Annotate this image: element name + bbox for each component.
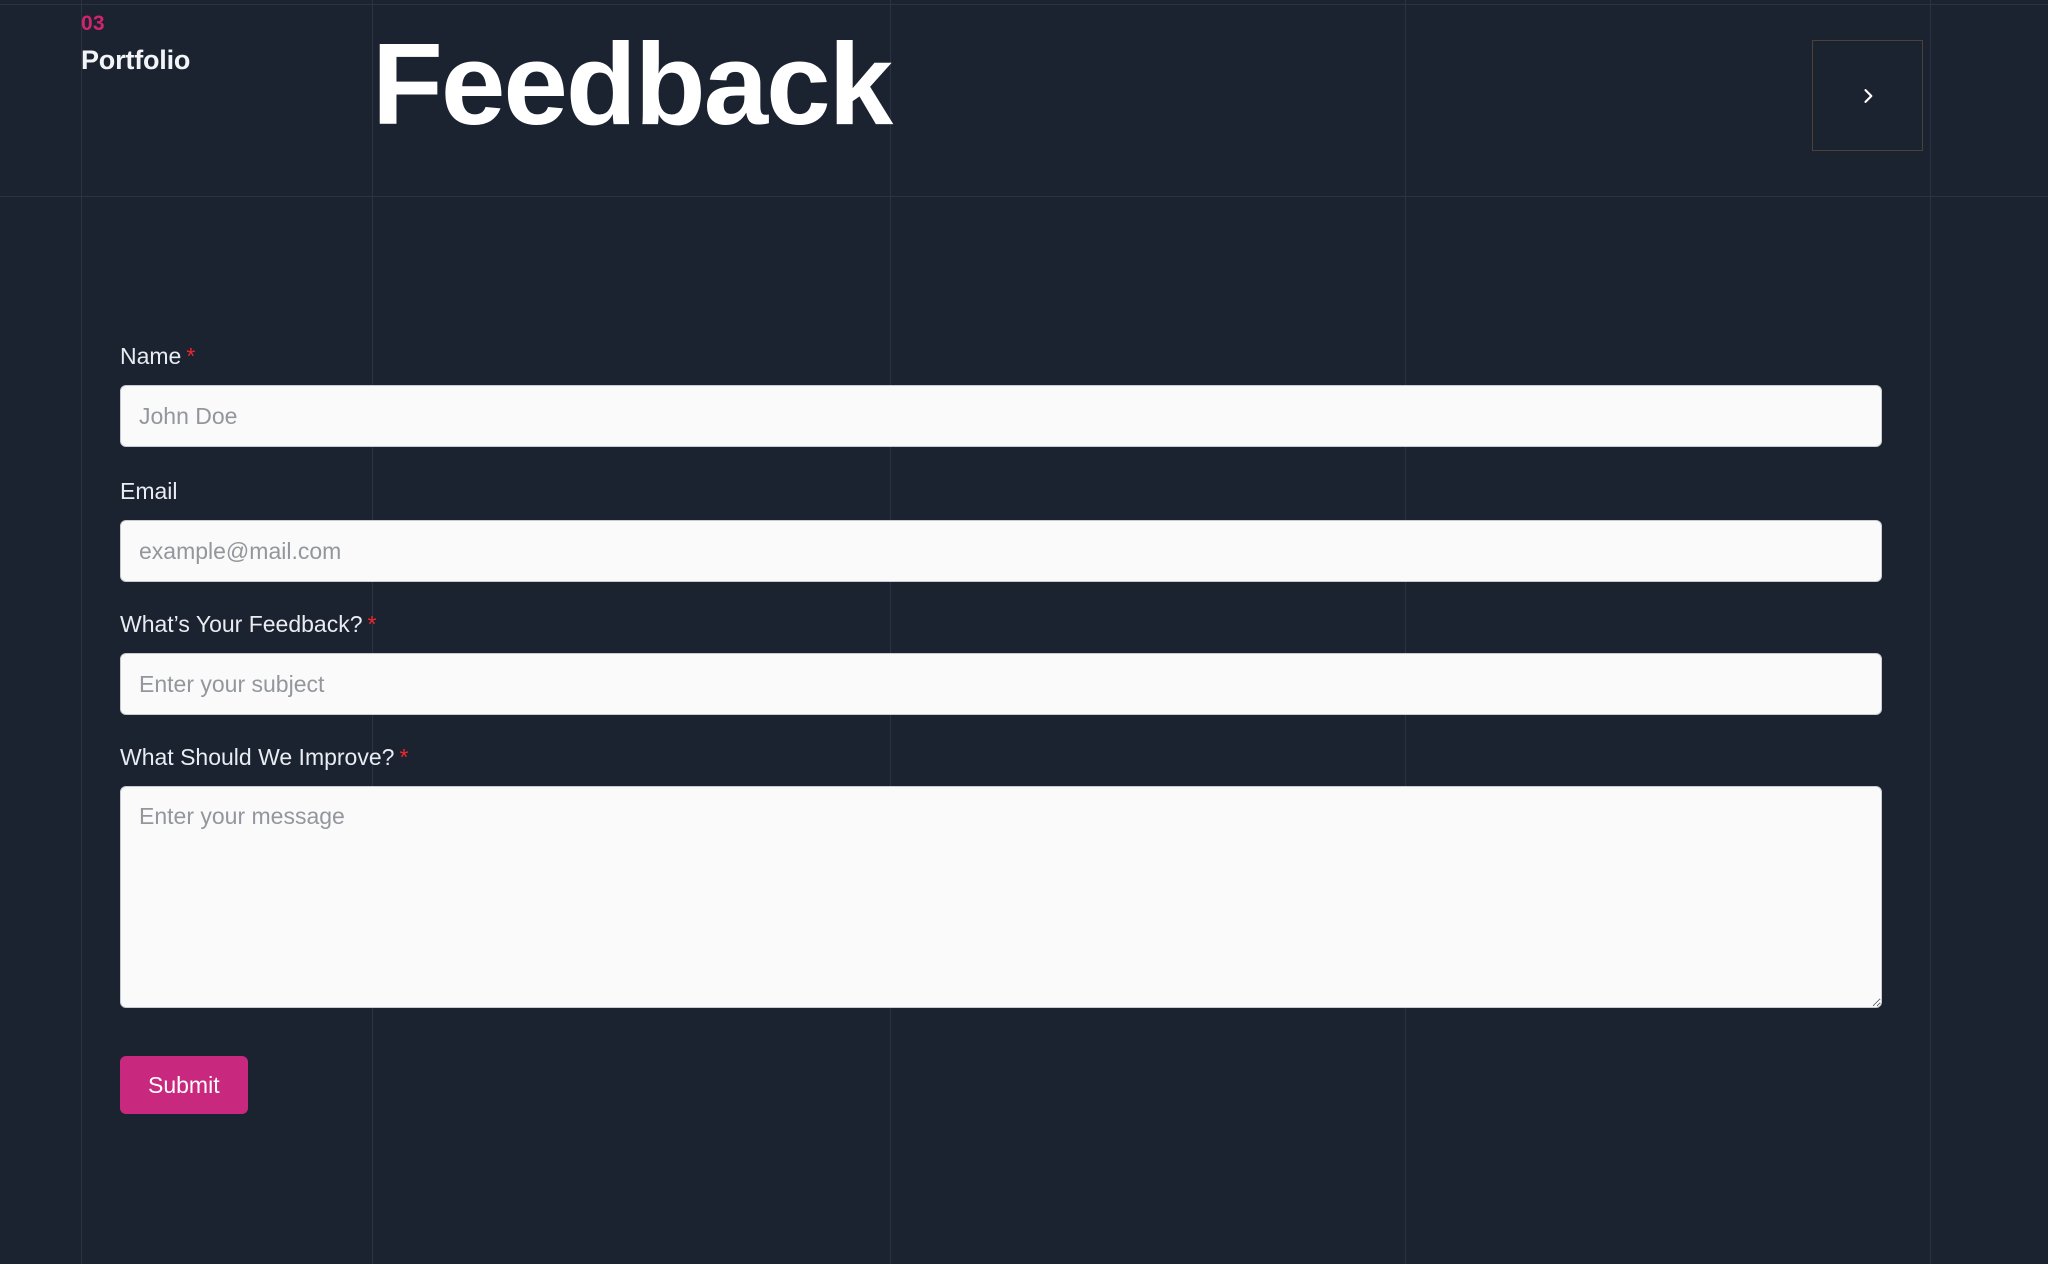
field-subject-label-text: What’s Your Feedback?: [120, 611, 363, 637]
field-subject-label: What’s Your Feedback? *: [120, 613, 1882, 636]
required-asterisk: *: [367, 611, 377, 637]
field-message: What Should We Improve? *: [120, 746, 1882, 1008]
field-message-label-text: What Should We Improve?: [120, 744, 395, 770]
page-header: 03 Portfolio Feedback: [0, 5, 2048, 196]
field-name-label: Name *: [120, 345, 1882, 368]
message-textarea[interactable]: [120, 786, 1882, 1008]
email-input[interactable]: [120, 520, 1882, 582]
page-title: Feedback: [372, 19, 893, 149]
section-label: Portfolio: [81, 45, 191, 75]
chevron-right-icon: [1858, 86, 1878, 106]
submit-button[interactable]: Submit: [120, 1056, 248, 1114]
section-number: 03: [81, 12, 105, 35]
required-asterisk: *: [186, 343, 196, 369]
feedback-form: Name* Email What’s Your Feedback?* What …: [120, 345, 1882, 1114]
name-input[interactable]: [120, 385, 1882, 447]
field-email: Email: [120, 480, 1882, 582]
field-name: Name *: [120, 345, 1882, 447]
field-message-label: What Should We Improve? *: [120, 746, 1882, 769]
next-slide-button[interactable]: [1812, 40, 1923, 151]
field-name-label-text: Name: [120, 343, 182, 369]
field-subject: What’s Your Feedback? *: [120, 613, 1882, 715]
grid-horizontal-line: [0, 196, 2048, 197]
field-email-label: Email: [120, 480, 1882, 503]
required-asterisk: *: [399, 744, 409, 770]
field-email-label-text: Email: [120, 478, 178, 504]
subject-input[interactable]: [120, 653, 1882, 715]
